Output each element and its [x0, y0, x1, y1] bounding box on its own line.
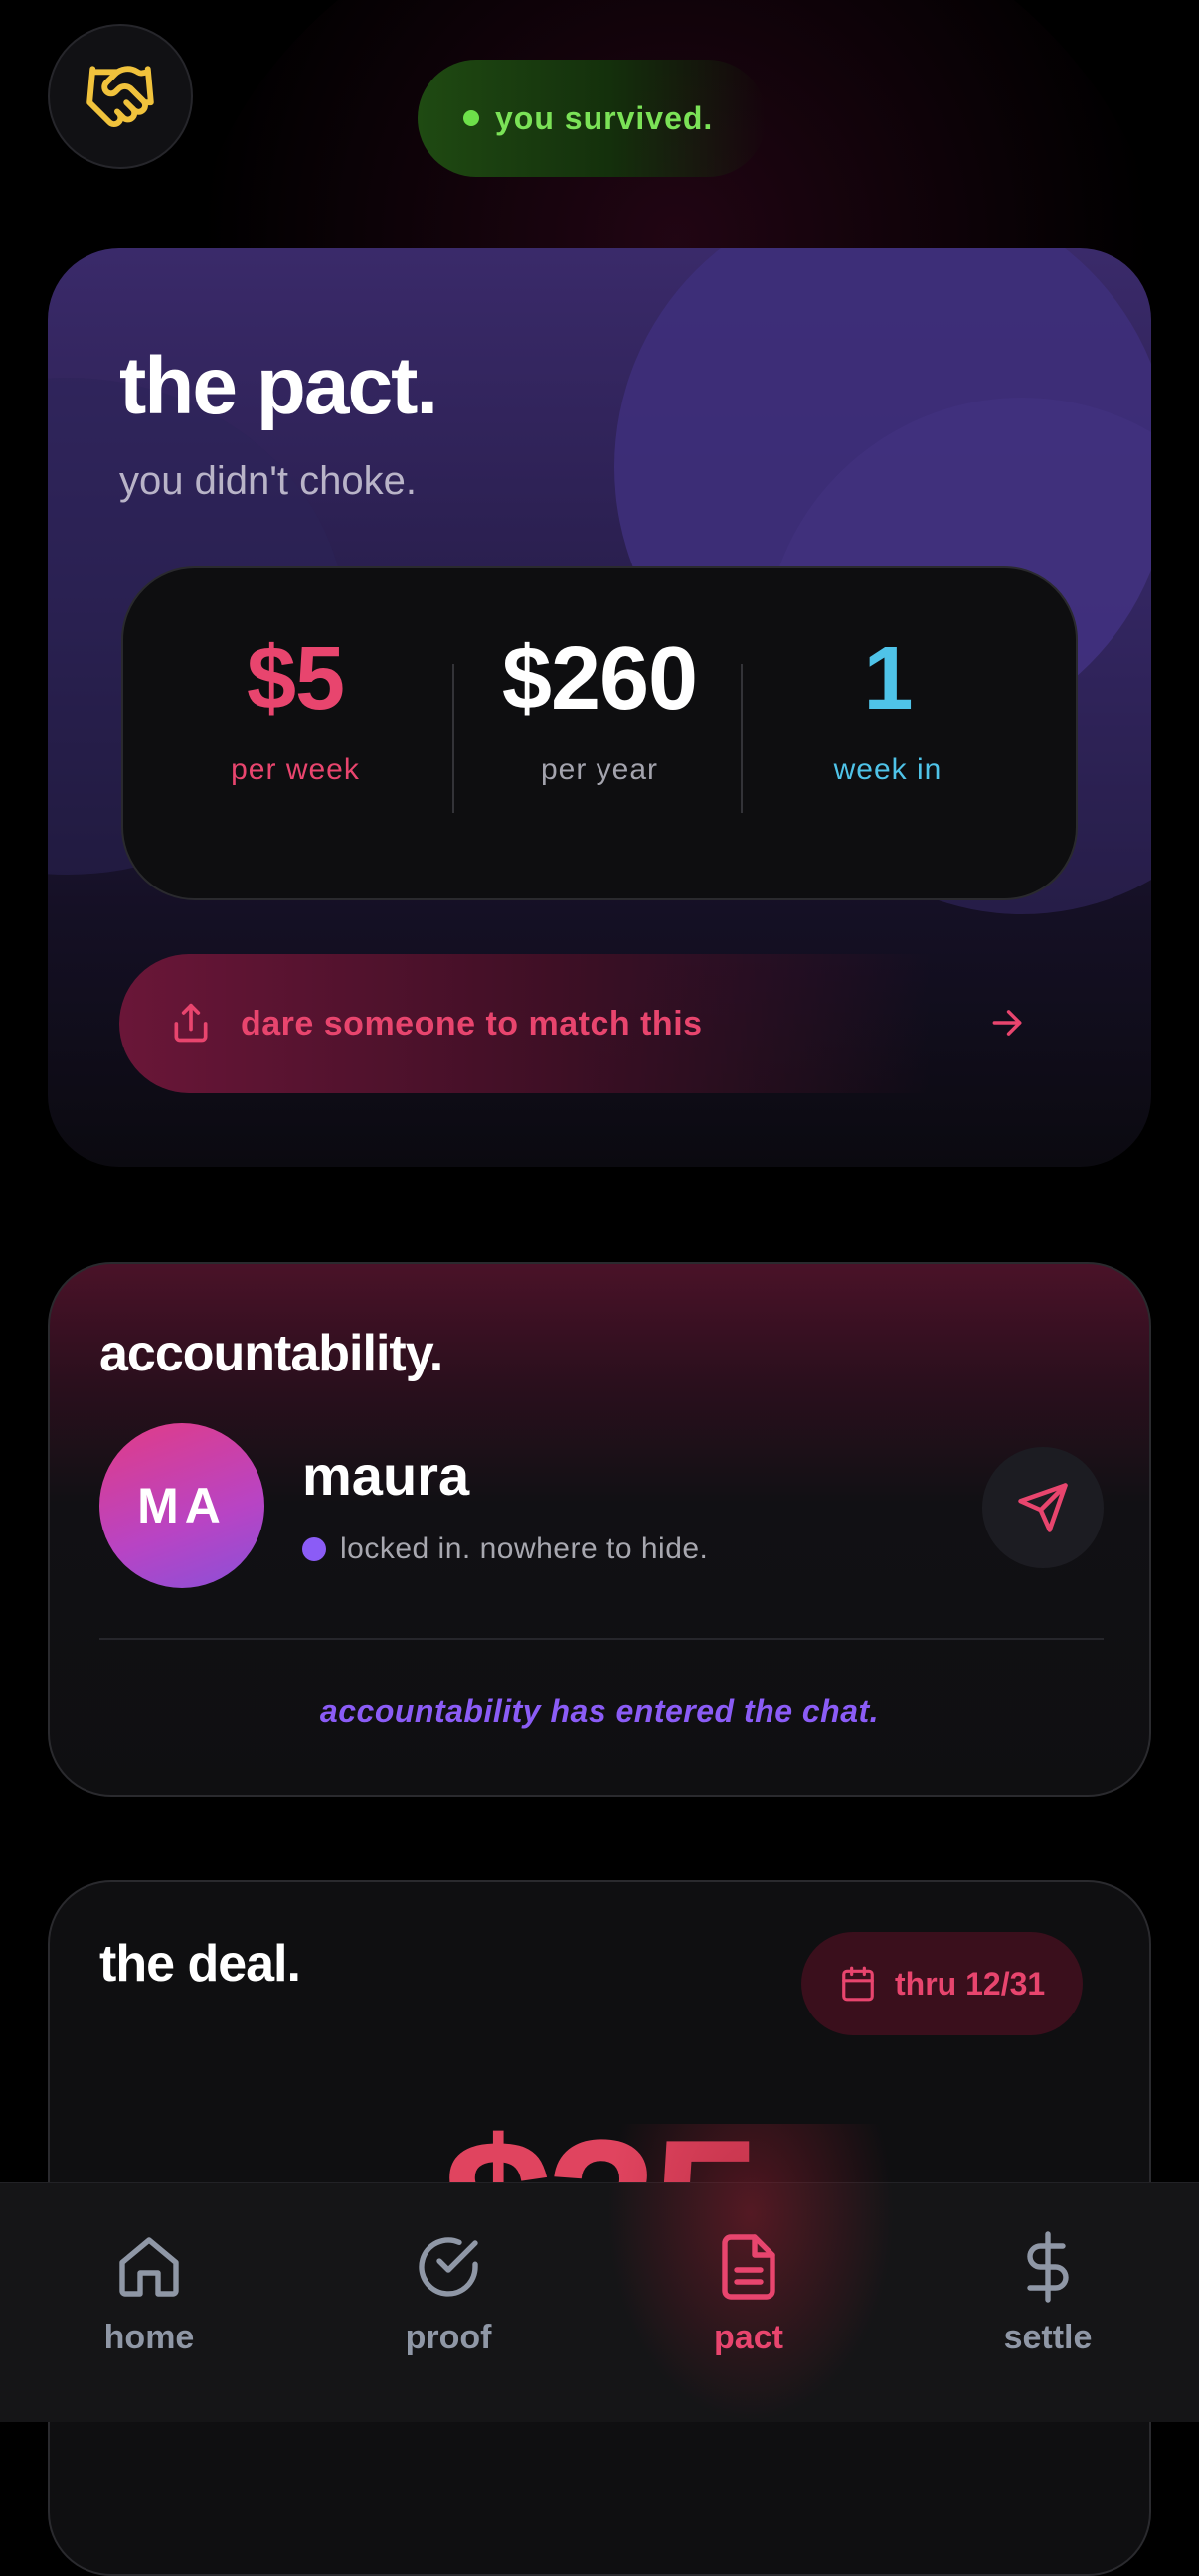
- handshake-icon: [86, 66, 154, 127]
- stat-value: 1: [863, 629, 913, 728]
- divider: [99, 1638, 1104, 1640]
- accountability-title: accountability.: [99, 1325, 443, 1382]
- status-dot: [302, 1537, 326, 1561]
- stat-label: per year: [540, 753, 659, 786]
- deal-date-pill[interactable]: thru 12/31: [801, 1932, 1084, 2035]
- deal-date-label: thru 12/31: [895, 1965, 1046, 2002]
- tab-label: home: [103, 2319, 195, 2356]
- calendar-icon: [842, 1966, 874, 2002]
- stats-box: $5 per week $260 per year 1 week in: [121, 566, 1078, 900]
- stat-divider: [741, 664, 743, 813]
- stat-value: $260: [501, 629, 698, 728]
- stat-per-year: $260 per year: [455, 634, 744, 787]
- stat-value: $5: [246, 629, 345, 728]
- tab-label: settle: [1003, 2319, 1093, 2356]
- pact-card: the pact. you didn't choke. $5 per week …: [48, 248, 1151, 1167]
- tab-label: proof: [405, 2319, 492, 2356]
- stat-divider: [452, 664, 454, 813]
- stat-week-in: 1 week in: [744, 634, 1032, 787]
- send-message-button[interactable]: [982, 1447, 1104, 1568]
- partner-name: maura: [302, 1444, 470, 1507]
- accountability-footer: accountability has entered the chat.: [319, 1693, 880, 1729]
- dare-button-label: dare someone to match this: [241, 1004, 703, 1043]
- partner-status-text: locked in. nowhere to hide.: [340, 1532, 709, 1565]
- tab-label: pact: [714, 2319, 783, 2356]
- pact-title: the pact.: [119, 341, 438, 431]
- handshake-logo-button[interactable]: [48, 24, 193, 169]
- dare-button[interactable]: dare someone to match this: [119, 954, 1074, 1093]
- arrow-right-icon: [992, 1010, 1022, 1036]
- share-icon: [174, 1003, 208, 1043]
- pact-subtitle: you didn't choke.: [119, 459, 417, 503]
- tab-home[interactable]: home: [0, 2231, 298, 2357]
- deal-title: the deal.: [99, 1935, 301, 1993]
- send-icon: [1018, 1483, 1068, 1532]
- status-dot: [463, 110, 479, 126]
- tab-settle[interactable]: settle: [899, 2231, 1197, 2357]
- avatar[interactable]: MA: [99, 1423, 264, 1588]
- stat-per-week: $5 per week: [151, 634, 439, 787]
- tab-pact[interactable]: pact: [600, 2231, 898, 2357]
- stat-label: per week: [231, 753, 360, 786]
- status-pill: you survived.: [418, 60, 768, 177]
- accountability-card: accountability. MA maura locked in. nowh…: [48, 1262, 1151, 1797]
- partner-status: locked in. nowhere to hide.: [302, 1532, 708, 1566]
- home-icon: [119, 2237, 179, 2297]
- bottom-tab-bar: home proof pact settle: [0, 2124, 1199, 2422]
- dollar-icon: [1027, 2231, 1069, 2303]
- check-circle-icon: [419, 2237, 478, 2297]
- stat-label: week in: [833, 753, 942, 786]
- status-text: you survived.: [495, 99, 714, 136]
- document-icon: [722, 2234, 775, 2300]
- tab-proof[interactable]: proof: [299, 2231, 598, 2357]
